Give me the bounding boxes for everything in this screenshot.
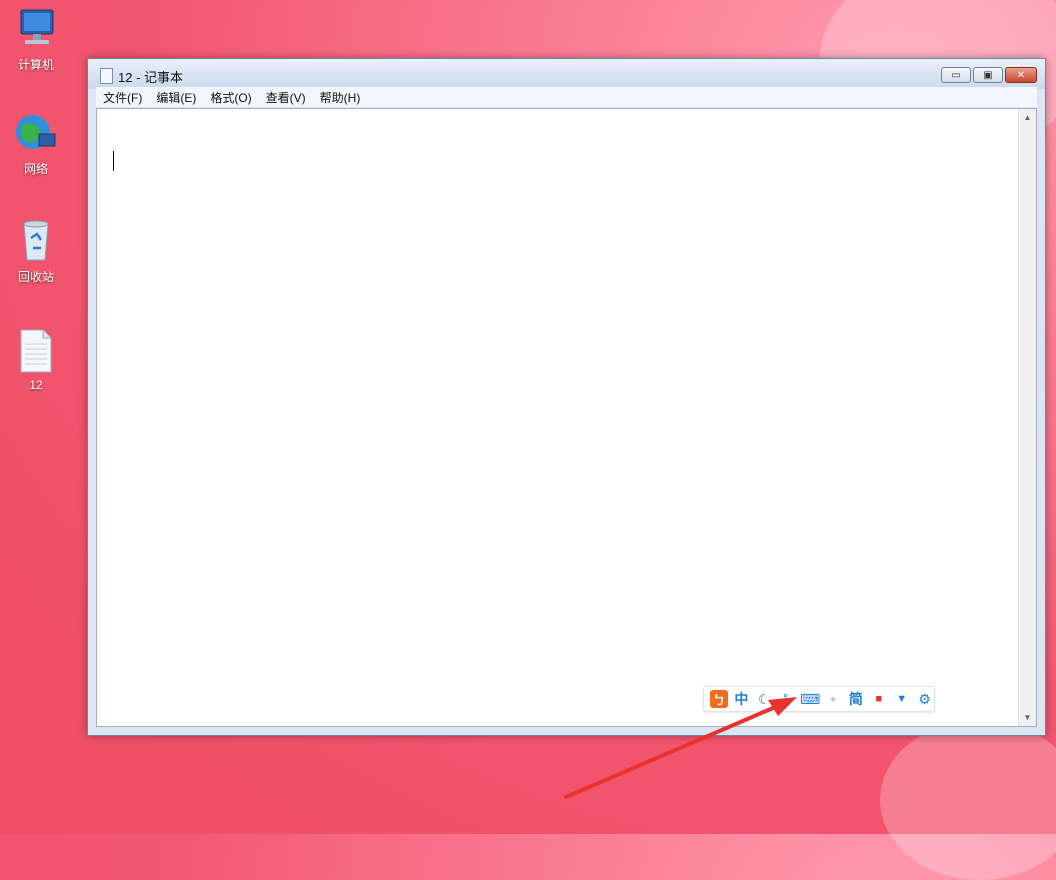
notepad-icon	[100, 68, 113, 84]
scroll-down-icon[interactable]: ▼	[1019, 713, 1036, 722]
window-title: 12 - 记事本	[118, 70, 184, 85]
menu-file[interactable]: 文件(F)	[96, 89, 149, 106]
maximize-icon: ▣	[983, 69, 993, 81]
skin-shirt-icon[interactable]: ▼	[892, 690, 911, 709]
settings-gear-icon[interactable]: ⚙	[915, 690, 934, 709]
network-icon	[13, 110, 59, 156]
vertical-scrollbar[interactable]: ▲ ▼	[1018, 109, 1036, 726]
ime-toolbar: ㄅ 中 ☾ °, ⌨ ● 简 ■ ▼ ⚙	[703, 686, 935, 712]
keyboard-icon[interactable]: ⌨	[800, 690, 820, 709]
sogou-logo-icon[interactable]: ㄅ	[710, 690, 728, 708]
text-editor[interactable]: ▲ ▼	[96, 108, 1037, 727]
desktop-icon-network[interactable]: 网络	[6, 110, 66, 177]
desktop-icon-label: 网络	[23, 162, 48, 176]
menu-view[interactable]: 查看(V)	[259, 89, 313, 106]
user-icon[interactable]: ●	[824, 690, 843, 709]
chinese-mode-icon[interactable]: 中	[732, 690, 751, 709]
simplified-icon[interactable]: 简	[846, 690, 865, 709]
video-icon[interactable]: ■	[869, 690, 888, 709]
punctuation-icon[interactable]: °,	[778, 690, 797, 709]
recycle-bin-icon	[13, 218, 59, 264]
menu-help[interactable]: 帮助(H)	[313, 89, 368, 106]
maximize-button[interactable]: ▣	[973, 67, 1003, 83]
desktop-icon-label: 计算机	[17, 58, 54, 72]
minimize-button[interactable]: ▭	[941, 67, 971, 83]
desktop-icon-recycle-bin[interactable]: 回收站	[6, 218, 66, 285]
wallpaper-pattern	[880, 720, 1056, 880]
notepad-window: 12 - 记事本 ▭ ▣ ✕ 文件(F) 编辑(E) 格式(O) 查看(V) 帮…	[87, 58, 1046, 736]
moon-halfwidth-icon[interactable]: ☾	[755, 690, 774, 709]
scroll-up-icon[interactable]: ▲	[1019, 113, 1036, 122]
title-bar[interactable]: 12 - 记事本 ▭ ▣ ✕	[88, 59, 1045, 89]
desktop: { "desktop": { "icons": [ {"label": "计算机…	[0, 0, 1056, 880]
computer-icon	[13, 6, 59, 52]
desktop-icon-computer[interactable]: 计算机	[6, 6, 66, 73]
minimize-icon: ▭	[951, 69, 961, 81]
menu-edit[interactable]: 编辑(E)	[149, 89, 203, 106]
desktop-icon-label: 12	[29, 378, 43, 392]
desktop-icon-file-12[interactable]: 12	[6, 328, 66, 392]
caption-buttons: ▭ ▣ ✕	[941, 67, 1037, 83]
menu-bar: 文件(F) 编辑(E) 格式(O) 查看(V) 帮助(H)	[96, 87, 1037, 107]
text-file-icon	[13, 328, 59, 374]
text-caret	[113, 151, 114, 171]
close-icon: ✕	[1016, 69, 1026, 81]
menu-format[interactable]: 格式(O)	[203, 89, 258, 106]
desktop-icon-label: 回收站	[17, 270, 54, 284]
close-button[interactable]: ✕	[1005, 67, 1037, 83]
